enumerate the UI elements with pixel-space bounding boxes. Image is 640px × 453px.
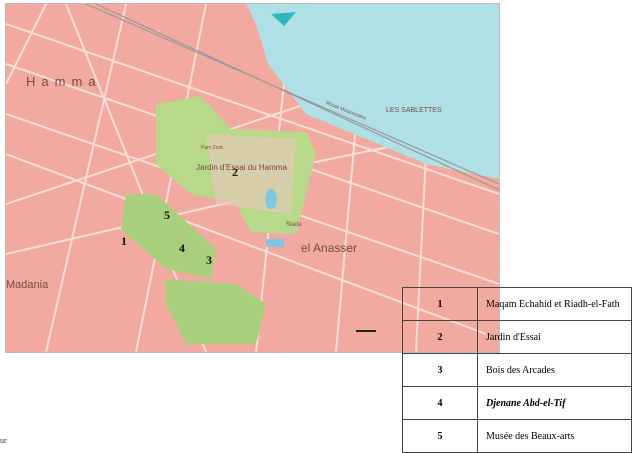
legend-row: 3 Bois des Arcades	[402, 353, 632, 387]
label-les-sablettes: LES SABLETTES	[386, 107, 442, 114]
label-madania: Madania	[6, 279, 49, 291]
legend-name: Maqam Echahid et Riadh-el-Fath	[477, 287, 632, 321]
legend-name: Bois des Arcades	[477, 353, 632, 387]
marker-3: 3	[206, 253, 212, 267]
legend-number: 2	[402, 320, 478, 354]
legend-row: 1 Maqam Echahid et Riadh-el-Fath	[402, 287, 632, 321]
legend-number: 1	[402, 287, 478, 321]
legend-row: 5 Musée des Beaux-arts	[402, 419, 632, 453]
legend-name: Djenane Abd-el-Tif	[477, 386, 632, 420]
marker-4: 4	[179, 241, 185, 255]
legend-table: 1 Maqam Echahid et Riadh-el-Fath 2 Jardin …	[402, 287, 632, 453]
legend-row: 2 Jardin d'Essai	[402, 320, 632, 354]
label-el-anasser: el Anasser	[301, 241, 357, 255]
marker-2: 2	[232, 165, 238, 179]
marker-1: 1	[121, 234, 127, 248]
legend-name: Jardin d'Essai	[477, 320, 632, 354]
legend-name: Musée des Beaux-arts	[477, 419, 632, 453]
label-hamma: Hamma	[26, 74, 102, 89]
legend-row: 4 Djenane Abd-el-Tif	[402, 386, 632, 420]
legend-number: 3	[402, 353, 478, 387]
label-parc: Parc Zool.	[201, 145, 224, 151]
text-fragment: ur	[0, 436, 7, 445]
legend-number: 4	[402, 386, 478, 420]
legend-number: 5	[402, 419, 478, 453]
label-jardin: Jardin d'Essai du Hamma	[196, 163, 287, 172]
label-stade: Stade	[286, 222, 302, 228]
marker-5: 5	[164, 208, 170, 222]
